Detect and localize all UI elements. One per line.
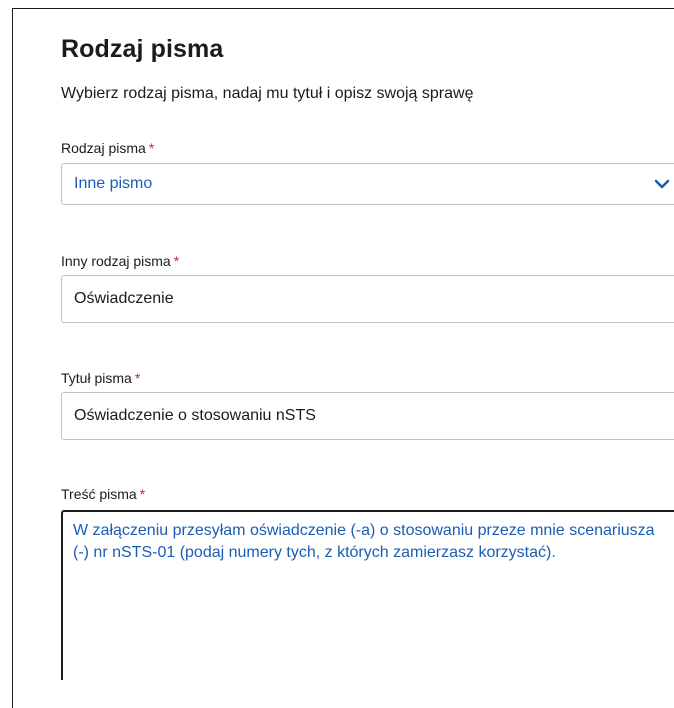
other-type-input[interactable]: Oświadczenie [61,275,674,323]
form-panel: Rodzaj pisma Wybierz rodzaj pisma, nadaj… [12,8,674,708]
letter-content-label-text: Treść pisma [61,486,137,502]
letter-type-select[interactable]: Inne pismo [61,163,674,205]
required-mark: * [148,140,155,156]
letter-type-label: Rodzaj pisma * [61,140,154,156]
letter-content-label: Treść pisma * [61,486,145,502]
letter-content-textarea[interactable]: W załączeniu przesyłam oświadczenie (-a)… [61,510,674,680]
other-type-value: Oświadczenie [74,290,174,307]
required-mark: * [173,253,180,269]
letter-type-label-text: Rodzaj pisma [61,140,146,156]
letter-title-label: Tytuł pisma * [61,370,140,386]
letter-type-value: Inne pismo [74,175,153,192]
section-title: Rodzaj pisma [61,35,224,63]
required-mark: * [134,370,141,386]
other-type-label-text: Inny rodzaj pisma [61,253,171,269]
section-subtitle: Wybierz rodzaj pisma, nadaj mu tytuł i o… [61,85,474,102]
required-mark: * [139,486,146,502]
letter-title-label-text: Tytuł pisma [61,370,132,386]
chevron-down-icon [654,178,670,190]
letter-title-value: Oświadczenie o stosowaniu nSTS [74,407,316,424]
other-type-label: Inny rodzaj pisma * [61,253,179,269]
letter-title-input[interactable]: Oświadczenie o stosowaniu nSTS [61,392,674,440]
